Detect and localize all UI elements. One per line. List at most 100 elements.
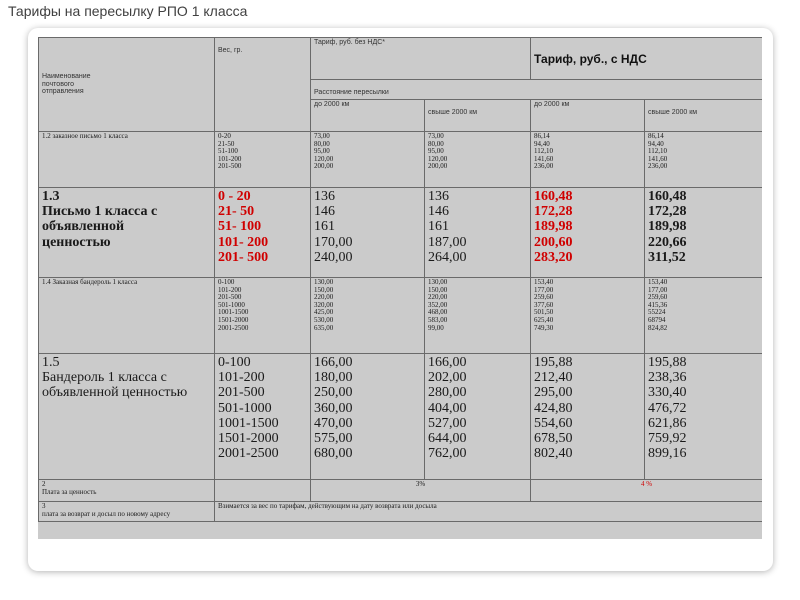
header-name: Наименование почтового отправления [42, 73, 91, 96]
row-1-5-name-cell: 1.5 Бандероль 1 класса с объявленной цен… [38, 353, 215, 481]
row-1-4-c4: 153,40 177,00 259,60 415,36 55224 68794 … [643, 277, 762, 355]
header-d4: свыше 2000 км [648, 109, 698, 117]
price-value: 238,36 [648, 370, 687, 386]
price-value: 236,00 [534, 162, 554, 171]
price-value: 824,82 [648, 323, 668, 332]
price-value: 264,00 [428, 249, 467, 265]
row-3-text: Взимается за вес по тарифам, действующим… [218, 502, 437, 511]
row-1-4-weights: 0-100 101-200 201-500 501-1000 1001-1500… [214, 277, 311, 355]
price-value: 644,00 [428, 430, 467, 446]
weight-value: 201-500 [218, 385, 265, 401]
tariff-table: Наименование почтового отправления Вес, … [38, 37, 762, 523]
price-value: 172,28 [534, 204, 573, 220]
row-2-vat: 4 % [640, 480, 653, 489]
weight-value: 0-100 [218, 355, 251, 371]
price-value: 680,00 [314, 445, 353, 461]
tariff-table-image: Наименование почтового отправления Вес, … [38, 37, 762, 539]
row-1-2-c1: 73,00 80,00 95,00 120,00 200,00 [310, 131, 425, 189]
weight-value: 501-1000 [218, 400, 272, 416]
row-1-5-c1: 166,00 180,00 250,00 360,00 470,00 575,0… [310, 353, 425, 481]
price-value: 250,00 [314, 385, 353, 401]
row-1-5-weights: 0-100 101-200 201-500 501-1000 1001-1500… [214, 353, 311, 481]
price-value: 161 [428, 219, 449, 235]
table-row: 3 плата за возврат и досыл по новому адр… [38, 501, 762, 523]
header-distance-cell: Расстояние пересылки [309, 78, 762, 101]
price-value: 180,00 [314, 370, 353, 386]
price-value: 200,00 [428, 162, 448, 171]
price-value: 189,98 [534, 219, 573, 235]
price-value: 554,60 [534, 415, 573, 431]
row-1-3-c3: 160,48 172,28 189,98 200,60 283,20 [530, 187, 645, 279]
price-value: 470,00 [314, 415, 353, 431]
table-row: 1.4 Заказная бандероль 1 класса 0-100 10… [38, 277, 762, 355]
header-d3: до 2000 км [534, 101, 570, 109]
row-1-4-c2: 130,00 150,00 220,00 352,00 468,00 583,0… [424, 277, 531, 355]
price-value: 311,52 [648, 249, 686, 265]
price-value: 86,14 [648, 132, 664, 141]
row-3-name-cell: 3 плата за возврат и досыл по новому адр… [38, 501, 215, 523]
header-d2: свыше 2000 км [428, 109, 478, 117]
price-value: 283,20 [534, 249, 573, 265]
price-value: 172,28 [648, 204, 687, 220]
table-row: 1.5 Бандероль 1 класса с объявленной цен… [38, 353, 762, 481]
price-value: 136 [428, 189, 449, 205]
price-value: 575,00 [314, 430, 353, 446]
row-2-name-cell: 2 Плата за ценность [38, 479, 215, 503]
table-row: 2 Плата за ценность 3% 4 % [38, 479, 762, 503]
price-value: 195,88 [534, 355, 573, 371]
price-value: 146 [428, 204, 449, 220]
price-value: 146 [314, 204, 335, 220]
row-1-3-c4: 160,48 172,28 189,98 220,66 311,52 [643, 187, 762, 279]
price-value: 220,66 [648, 234, 687, 250]
price-value: 166,00 [314, 355, 353, 371]
price-value: 73,00 [314, 132, 330, 141]
row-1-5-c2: 166,00 202,00 280,00 404,00 527,00 644,0… [424, 353, 531, 481]
row-1-3-name-cell: 1.3 Письмо 1 класса с объявленной ценнос… [38, 187, 215, 279]
price-value: 187,00 [428, 234, 467, 250]
price-value: 200,00 [314, 162, 334, 171]
row-1-4-name-cell: 1.4 Заказная бандероль 1 класса [38, 277, 215, 355]
header-d1-cell: до 2000 км [310, 99, 425, 133]
weight-value: 101- 200 [218, 234, 269, 250]
weight-value: 2001-2500 [218, 445, 279, 461]
slide-title: Тарифы на пересылку РПО 1 класса [8, 3, 248, 19]
price-value: 212,40 [534, 370, 573, 386]
row-1-2-c3: 86,14 94,40 112,10 141,60 236,00 [530, 131, 645, 189]
price-value: 202,00 [428, 370, 467, 386]
row-1-3-name: Письмо 1 класса с объявленной ценностью [42, 204, 158, 250]
row-3-name: плата за возврат и досыл по новому адрес… [42, 509, 171, 518]
price-value: 621,86 [648, 415, 687, 431]
table-row: 1.2 заказное письмо 1 класса 0-20 21-50 … [38, 131, 762, 189]
table-row: 1.3 Письмо 1 класса с объявленной ценнос… [38, 187, 762, 279]
price-value: 195,88 [648, 355, 687, 371]
header-tariff-vat-cell: Тариф, руб., с НДС [529, 37, 762, 80]
weight-value: 101-200 [218, 370, 265, 386]
price-value: 749,30 [534, 323, 554, 332]
price-value: 160,48 [648, 189, 687, 205]
price-value: 762,00 [428, 445, 467, 461]
price-value: 802,40 [534, 445, 573, 461]
row-3-text-cell: Взимается за вес по тарифам, действующим… [213, 501, 762, 523]
price-value: 189,98 [648, 219, 687, 235]
row-2-empty [214, 479, 311, 503]
price-value: 170,00 [314, 234, 353, 250]
header-d1: до 2000 км [314, 101, 350, 109]
header-d4-cell: свыше 2000 км [643, 99, 762, 133]
row-1-3-weights: 0 - 20 21- 50 51- 100 101- 200 201- 500 [214, 187, 311, 279]
price-value: 99,00 [428, 323, 444, 332]
header-d3-cell: до 2000 км [530, 99, 645, 133]
row-1-2-name: 1.2 заказное письмо 1 класса [42, 132, 128, 141]
row-1-5-num: 1.5 [42, 355, 60, 371]
price-value: 86,14 [534, 132, 550, 141]
price-value: 678,50 [534, 430, 573, 446]
row-1-5-name: Бандероль 1 класса с объявленной ценност… [42, 370, 188, 401]
weight-value: 2001-2500 [218, 323, 249, 332]
price-value: 166,00 [428, 355, 467, 371]
row-2-vat-cell: 4 % [529, 479, 762, 503]
price-value: 330,40 [648, 385, 687, 401]
price-value: 236,00 [648, 162, 668, 171]
row-1-5-c3: 195,88 212,40 295,00 424,80 554,60 678,5… [530, 353, 645, 481]
header-weight-cell: Вес, гр. [214, 37, 311, 133]
weight-value: 51- 100 [218, 219, 262, 235]
price-value: 635,00 [314, 323, 334, 332]
